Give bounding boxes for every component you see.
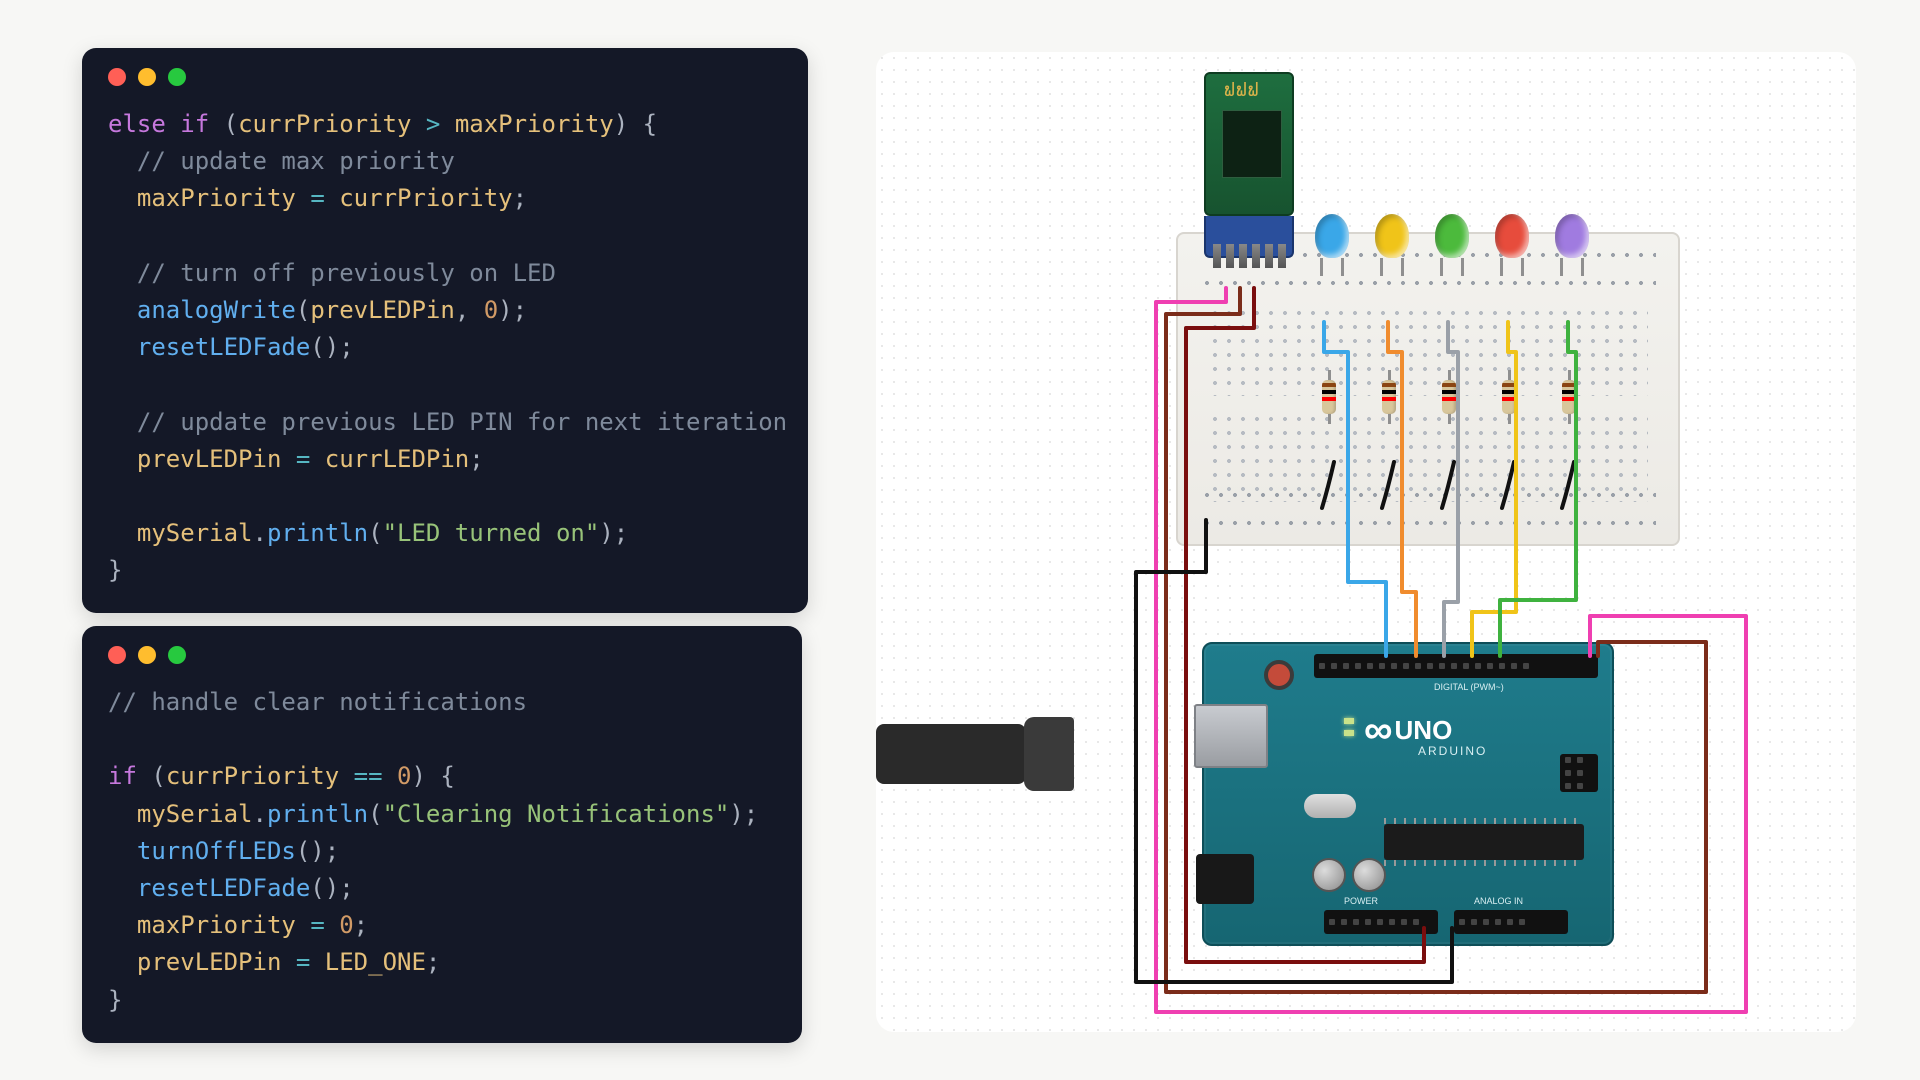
code-block-1: else if (currPriority > maxPriority) { /…	[108, 106, 782, 589]
window-controls	[108, 68, 782, 86]
wires	[876, 52, 1856, 1032]
minimize-icon	[138, 68, 156, 86]
zoom-icon	[168, 646, 186, 664]
code-window-2: // handle clear notifications if (currPr…	[82, 626, 802, 1043]
slide: else if (currPriority > maxPriority) { /…	[0, 0, 1920, 1080]
close-icon	[108, 646, 126, 664]
zoom-icon	[168, 68, 186, 86]
code-window-1: else if (currPriority > maxPriority) { /…	[82, 48, 808, 613]
code-block-2: // handle clear notifications if (currPr…	[108, 684, 776, 1019]
window-controls	[108, 646, 776, 664]
minimize-icon	[138, 646, 156, 664]
circuit-diagram: ຟຟຟ	[876, 52, 1856, 1032]
close-icon	[108, 68, 126, 86]
